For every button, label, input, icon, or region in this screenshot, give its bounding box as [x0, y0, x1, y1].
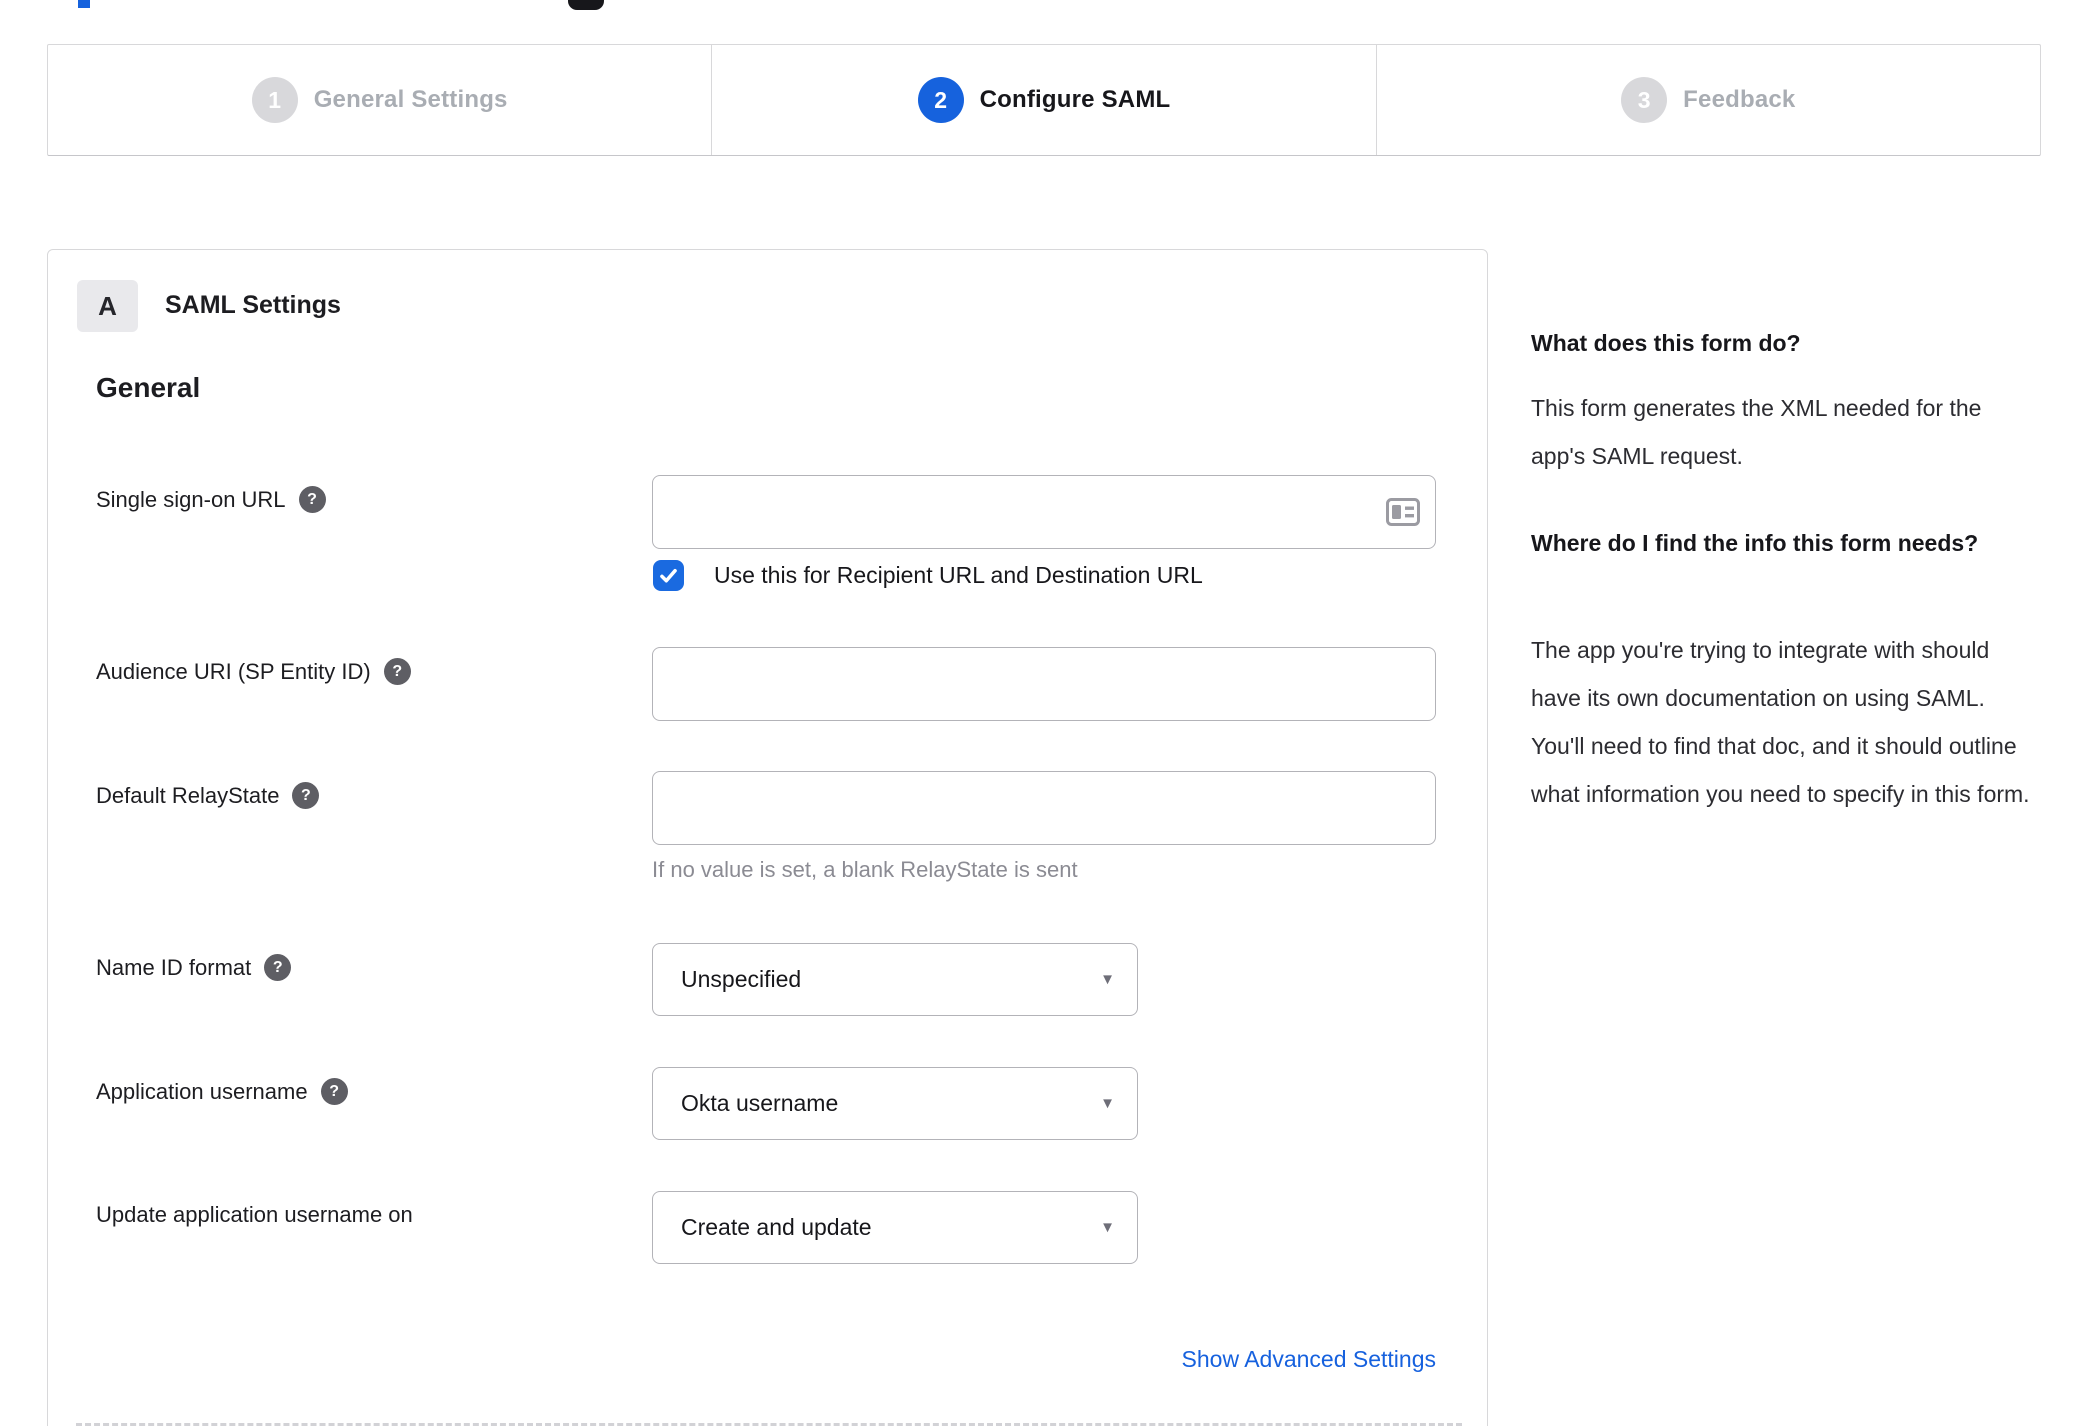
- relaystate-input[interactable]: [652, 771, 1436, 845]
- audience-uri-label: Audience URI (SP Entity ID): [96, 658, 371, 684]
- nameid-format-label-row: Name ID format ?: [96, 954, 292, 981]
- step-number-badge: 3: [1621, 77, 1668, 123]
- sidebar-answer-1: This form generates the XML needed for t…: [1531, 395, 1982, 469]
- saml-settings-panel: A SAML Settings General Single sign-on U…: [47, 249, 1488, 1426]
- sidebar-answer-2: The app you're trying to integrate with …: [1531, 637, 2030, 807]
- update-username-label: Update application username on: [96, 1202, 413, 1227]
- sso-url-label-row: Single sign-on URL ?: [96, 486, 326, 513]
- help-icon[interactable]: ?: [264, 954, 292, 981]
- nameid-format-value: Unspecified: [681, 966, 802, 992]
- relaystate-hint: If no value is set, a blank RelayState i…: [652, 857, 1078, 882]
- configure-saml-page: 1 General Settings 2 Configure SAML 3 Fe…: [0, 0, 2092, 1426]
- nameid-format-label: Name ID format: [96, 954, 252, 980]
- sidebar-question-1: What does this form do?: [1531, 330, 1801, 356]
- update-username-label-row: Update application username on: [96, 1202, 413, 1228]
- sso-url-input[interactable]: [652, 475, 1436, 549]
- step-general-settings[interactable]: 1 General Settings: [48, 45, 711, 155]
- nameid-format-select[interactable]: Unspecified ▼: [652, 943, 1138, 1016]
- audience-uri-label-row: Audience URI (SP Entity ID) ?: [96, 658, 411, 685]
- help-icon[interactable]: ?: [292, 782, 320, 809]
- relaystate-label-row: Default RelayState ?: [96, 782, 320, 809]
- checkmark-icon: [660, 568, 677, 583]
- app-username-value: Okta username: [681, 1090, 839, 1116]
- step-label: Configure SAML: [979, 86, 1171, 113]
- step-configure-saml[interactable]: 2 Configure SAML: [711, 45, 1375, 155]
- step-feedback[interactable]: 3 Feedback: [1375, 45, 2040, 155]
- step-number-badge: 1: [251, 77, 298, 123]
- update-username-value: Create and update: [681, 1214, 872, 1240]
- chevron-down-icon: ▼: [1100, 1095, 1115, 1112]
- clipped-dark-icon-fragment: [568, 0, 604, 10]
- show-advanced-settings-link[interactable]: Show Advanced Settings: [652, 1346, 1436, 1373]
- relaystate-label: Default RelayState: [96, 782, 280, 808]
- insert-variable-card-icon: [1386, 498, 1420, 526]
- step-label: General Settings: [313, 86, 508, 113]
- help-icon[interactable]: ?: [298, 486, 326, 513]
- recipient-url-checkbox-row: Use this for Recipient URL and Destinati…: [653, 560, 1203, 591]
- audience-uri-input[interactable]: [652, 647, 1436, 721]
- app-username-label-row: Application username ?: [96, 1078, 348, 1105]
- help-icon[interactable]: ?: [320, 1078, 348, 1105]
- panel-title: SAML Settings: [165, 291, 341, 319]
- recipient-url-checkbox[interactable]: [653, 560, 684, 591]
- wizard-stepper: 1 General Settings 2 Configure SAML 3 Fe…: [47, 44, 2041, 156]
- app-username-select[interactable]: Okta username ▼: [652, 1067, 1138, 1140]
- group-title-general: General: [96, 372, 201, 403]
- recipient-url-checkbox-label: Use this for Recipient URL and Destinati…: [714, 562, 1203, 588]
- step-number-badge: 2: [917, 77, 964, 123]
- sidebar-question-2: Where do I find the info this form needs…: [1531, 530, 1979, 556]
- clipped-blue-logo-fragment: [78, 0, 90, 8]
- sso-url-label: Single sign-on URL: [96, 486, 286, 512]
- help-icon[interactable]: ?: [383, 658, 411, 685]
- step-label: Feedback: [1683, 86, 1796, 113]
- section-a-badge: A: [77, 280, 138, 332]
- chevron-down-icon: ▼: [1100, 1219, 1115, 1236]
- update-username-select[interactable]: Create and update ▼: [652, 1191, 1138, 1264]
- chevron-down-icon: ▼: [1100, 971, 1115, 988]
- app-username-label: Application username: [96, 1078, 308, 1104]
